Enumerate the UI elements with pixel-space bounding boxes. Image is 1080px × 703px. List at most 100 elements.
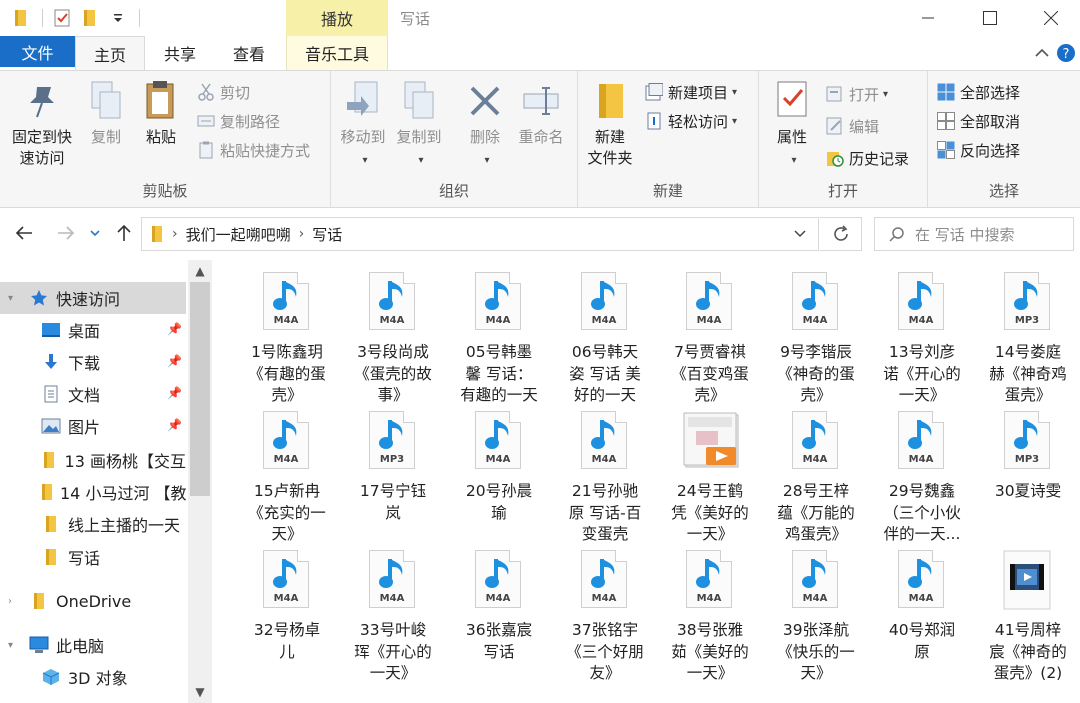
nav-item-folder[interactable]: 14 小马过河 【教 <box>0 476 186 508</box>
nav-item-pictures[interactable]: 图片 📌 <box>0 410 186 442</box>
file-item[interactable]: MP3 30夏诗雯 <box>980 399 1076 503</box>
file-item[interactable]: M4A 1号陈鑫玥 《有趣的蛋 壳》 <box>239 260 335 407</box>
file-item[interactable]: M4A 20号孙晨瑜 <box>451 399 547 524</box>
new-folder-qat-icon[interactable] <box>77 7 103 29</box>
open-button[interactable]: 打开 ▾ <box>825 81 888 107</box>
chevron-right-icon[interactable]: › <box>8 596 22 607</box>
file-name-line: 岚 <box>385 503 401 522</box>
tab-view[interactable]: 查看 <box>216 36 282 70</box>
copy-to-button[interactable]: 复制到 ▾ <box>393 79 445 171</box>
file-item[interactable]: M4A 15卢新冉 《充实的一 天》 <box>239 399 335 546</box>
close-button[interactable] <box>1021 0 1080 36</box>
file-item[interactable]: MP3 17号宁钰岚 <box>345 399 441 524</box>
delete-button[interactable]: 删除 ▾ <box>465 79 505 171</box>
nav-item-desktop[interactable]: 桌面 📌 <box>0 314 186 346</box>
chevron-down-icon[interactable]: ▾ <box>8 293 22 304</box>
pin-icon[interactable]: 📌 <box>167 322 182 336</box>
scroll-down-icon[interactable]: ▼ <box>188 681 212 703</box>
rename-button[interactable]: 重命名 <box>515 79 567 148</box>
nav-item-this-pc[interactable]: ▾ 此电脑 <box>0 629 186 661</box>
paste-shortcut-button[interactable]: 粘贴快捷方式 <box>196 137 310 163</box>
nav-scrollbar[interactable]: ▲ ▼ <box>188 260 212 703</box>
help-icon[interactable]: ? <box>1054 36 1078 70</box>
pin-icon[interactable]: 📌 <box>167 418 182 432</box>
history-button[interactable]: 历史记录 <box>825 145 909 171</box>
file-name: 33号叶峻 珲《开心的 一天》 <box>345 620 441 685</box>
file-item[interactable]: M4A 29号魏鑫 （三个小伙 伴的一天... <box>874 399 970 546</box>
customize-qat-dropdown-icon[interactable] <box>105 7 131 29</box>
cut-button[interactable]: 剪切 <box>196 79 250 105</box>
file-item[interactable]: 24号王鹤 凭《美好的 一天》 <box>662 399 758 546</box>
collapse-ribbon-icon[interactable] <box>1030 36 1054 70</box>
file-item[interactable]: M4A 21号孙驰原 写话-百 变蛋壳 <box>557 399 653 546</box>
file-item[interactable]: M4A 32号杨卓儿 <box>239 538 335 663</box>
tab-file[interactable]: 文件 <box>0 36 75 67</box>
breadcrumb-item[interactable]: 写话 <box>312 224 342 245</box>
nav-item-documents[interactable]: 文档 📌 <box>0 378 186 410</box>
file-item[interactable]: M4A 40号郑润原 <box>874 538 970 663</box>
context-tab-play[interactable]: 播放 <box>286 0 388 36</box>
tab-music-tools[interactable]: 音乐工具 <box>286 36 388 70</box>
address-bar[interactable]: › 我们一起嗍吧嗍 › 写话 <box>141 217 819 251</box>
file-item[interactable]: M4A 06号韩天姿 写话 美好的一天 <box>557 260 653 407</box>
edit-button[interactable]: 编辑 <box>825 113 879 139</box>
minimize-button[interactable] <box>897 0 959 36</box>
pin-icon[interactable]: 📌 <box>167 354 182 368</box>
nav-item-folder[interactable]: 写话 <box>0 541 186 573</box>
file-item[interactable]: M4A 9号李锴辰 《神奇的蛋 壳》 <box>768 260 864 407</box>
easy-access-button[interactable]: 轻松访问 ▾ <box>644 108 737 134</box>
maximize-button[interactable] <box>959 0 1021 36</box>
file-name-line: 凭《美好的 <box>671 503 749 522</box>
move-to-button[interactable]: 移动到 ▾ <box>337 79 389 171</box>
search-box[interactable]: 在 写话 中搜索 <box>874 217 1074 251</box>
back-button[interactable] <box>10 220 38 246</box>
file-item[interactable]: 41号周梓 宸《神奇的 蛋壳》(2) <box>980 538 1076 685</box>
file-item[interactable]: M4A 7号贾睿祺 《百变鸡蛋 壳》 <box>662 260 758 407</box>
file-item[interactable]: MP3 14号娄庭 赫《神奇鸡 蛋壳》 <box>980 260 1076 407</box>
edit-icon <box>825 116 845 136</box>
copy-button[interactable]: 复制 <box>84 79 128 148</box>
file-item[interactable]: M4A 05号韩墨馨 写话： 有趣的一天 <box>451 260 547 407</box>
properties-qat-icon[interactable] <box>49 7 75 29</box>
nav-item-onedrive[interactable]: › OneDrive <box>0 585 186 617</box>
nav-item-folder[interactable]: 13 画杨桃【交互 <box>0 444 186 476</box>
address-dropdown-icon[interactable] <box>794 230 806 238</box>
select-none-button[interactable]: 全部取消 <box>936 108 1020 134</box>
nav-item-folder[interactable]: 线上主播的一天 <box>0 508 186 540</box>
file-item[interactable]: M4A 33号叶峻 珲《开心的 一天》 <box>345 538 441 685</box>
file-item[interactable]: M4A 39张泽航 《快乐的一 天》 <box>768 538 864 685</box>
copy-path-button[interactable]: 复制路径 <box>196 108 280 134</box>
chevron-down-icon[interactable]: ▾ <box>8 640 22 651</box>
select-all-button[interactable]: 全部选择 <box>936 79 1020 105</box>
select-all-icon <box>936 82 956 102</box>
breadcrumb-item[interactable]: 我们一起嗍吧嗍 <box>186 224 291 245</box>
search-input[interactable]: 在 写话 中搜索 <box>915 224 1015 245</box>
paste-button[interactable]: 粘贴 <box>138 79 184 148</box>
new-folder-button[interactable]: 新建 文件夹 <box>584 79 636 169</box>
pin-icon[interactable]: 📌 <box>167 386 182 400</box>
new-item-button[interactable]: 新建项目 ▾ <box>644 79 737 105</box>
file-item[interactable]: M4A 37张铭宇 《三个好朋 友》 <box>557 538 653 685</box>
invert-selection-button[interactable]: 反向选择 <box>936 137 1020 163</box>
pin-to-quick-access-button[interactable]: 固定到快 速访问 <box>4 79 80 169</box>
forward-button[interactable] <box>52 220 80 246</box>
scrollbar-thumb[interactable] <box>190 282 210 496</box>
up-button[interactable] <box>110 220 138 246</box>
chevron-down-icon: ▾ <box>732 115 738 127</box>
file-extension-badge: M4A <box>273 593 299 604</box>
nav-item-downloads[interactable]: 下载 📌 <box>0 346 186 378</box>
properties-button[interactable]: 属性 ▾ <box>767 79 817 171</box>
file-item[interactable]: M4A 28号王梓 蕴《万能的 鸡蛋壳》 <box>768 399 864 546</box>
recent-locations-button[interactable] <box>84 220 106 246</box>
scroll-up-icon[interactable]: ▲ <box>188 260 212 282</box>
nav-item-3d-objects[interactable]: 3D 对象 <box>0 661 186 693</box>
refresh-button[interactable] <box>820 217 862 251</box>
nav-item-quick-access[interactable]: ▾ 快速访问 <box>0 282 186 314</box>
file-item[interactable]: M4A 36张嘉宸 写话 <box>451 538 547 663</box>
tab-home[interactable]: 主页 <box>75 36 145 70</box>
file-item[interactable]: M4A 3号段尚成 《蛋壳的故 事》 <box>345 260 441 407</box>
tab-share[interactable]: 共享 <box>148 36 212 70</box>
nav-label: OneDrive <box>56 591 132 611</box>
file-item[interactable]: M4A 38号张雅 茹《美好的 一天》 <box>662 538 758 685</box>
file-item[interactable]: M4A 13号刘彦 诺《开心的 一天》 <box>874 260 970 407</box>
